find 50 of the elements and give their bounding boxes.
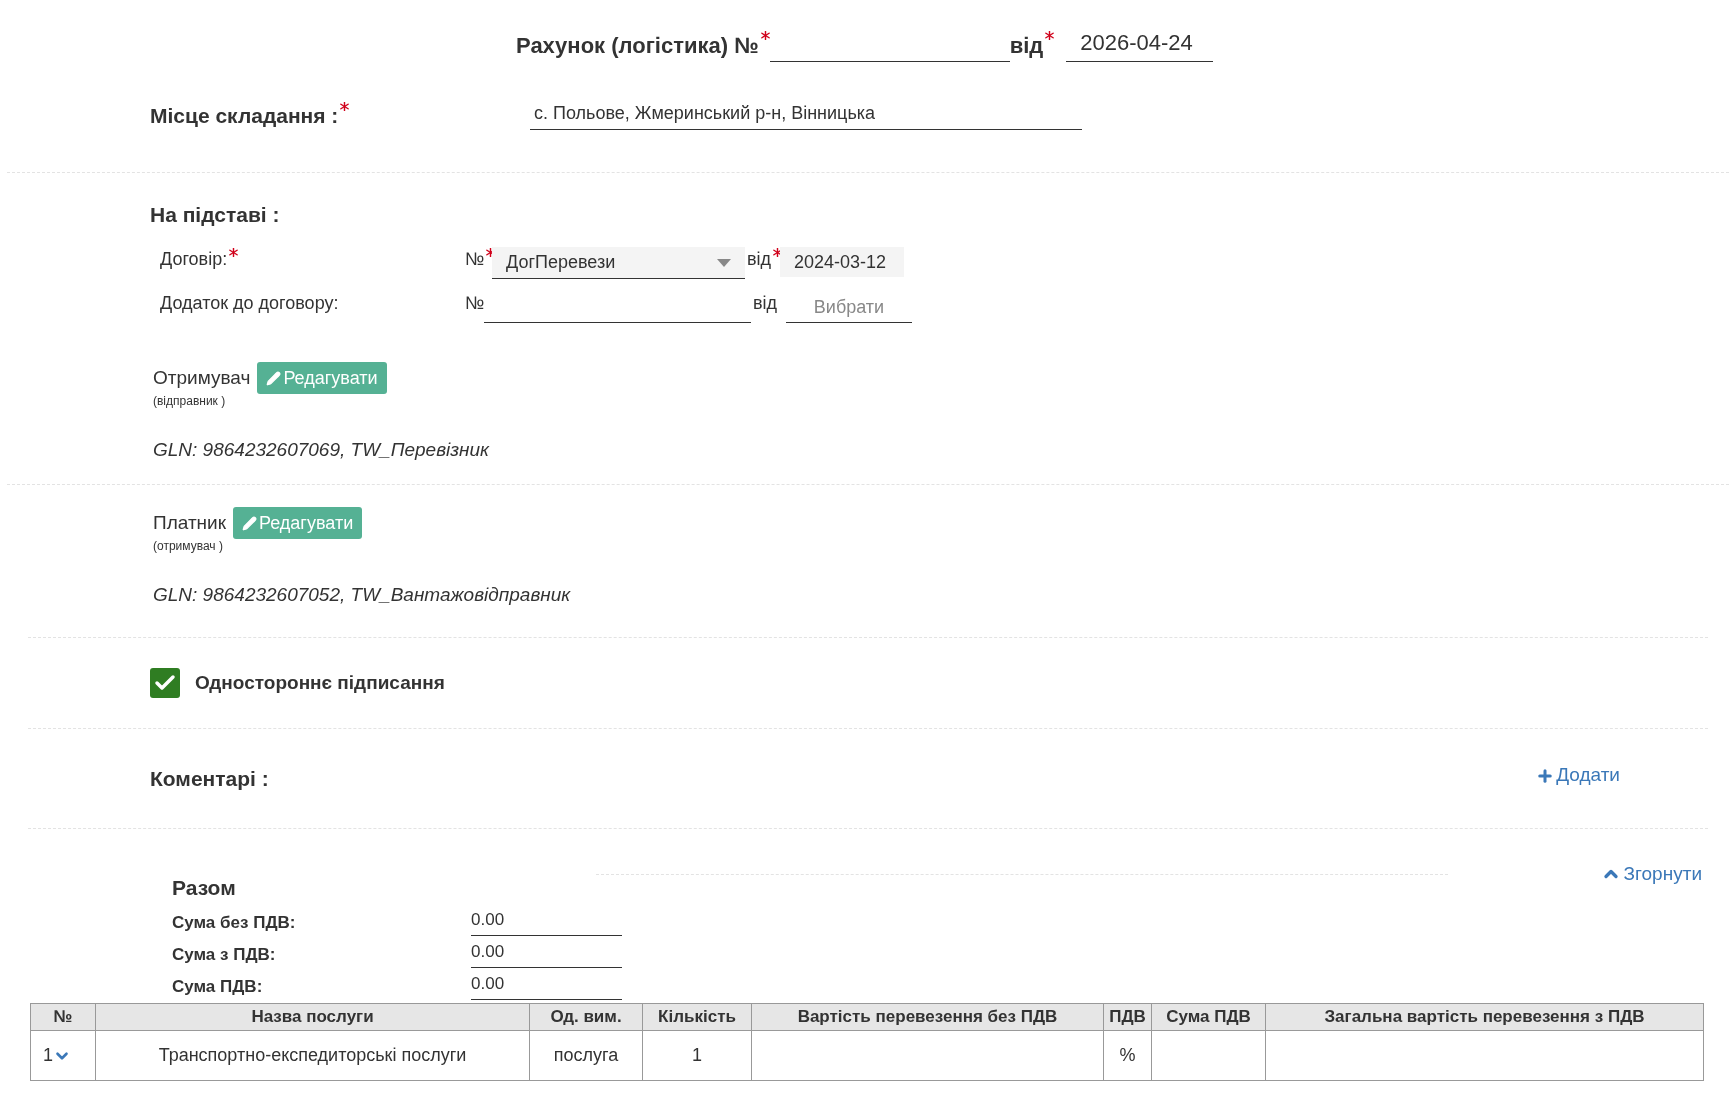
party-role: (відправник ) (153, 393, 226, 410)
date-label: від (753, 292, 778, 315)
party-label: Отримувач (153, 366, 251, 390)
table-cell: % (1103, 1030, 1152, 1081)
plus-icon (1536, 766, 1555, 785)
dropdown-caret-icon (717, 258, 731, 267)
date-field[interactable]: 2026-04-24 (1066, 26, 1214, 62)
field-label: Додаток до договору: (160, 292, 339, 315)
section-heading: Коментарі : (150, 765, 269, 792)
contract-select[interactable]: ДогПеревези (492, 247, 745, 279)
date-field[interactable]: 2024-03-12 (780, 247, 904, 277)
place-field[interactable]: с. Польове, Жмеринський р-н, Вінницька (530, 100, 1082, 130)
sum-label: Сума ПДВ: (172, 976, 264, 998)
table-cell: Транспортно-експедиторські послуги (95, 1030, 530, 1081)
pencil-icon (266, 370, 282, 386)
place-label: Місце складання : (150, 103, 339, 129)
checkbox[interactable] (150, 668, 180, 698)
column-header: № (30, 1003, 96, 1031)
party-info: GLN: 9864232607069, TW_Перевізник (153, 438, 490, 462)
document-title: Рахунок (логістика) № (516, 32, 759, 60)
column-header: ПДВ (1103, 1003, 1152, 1031)
sum-field[interactable]: 0.00 (471, 971, 622, 1000)
add-link[interactable]: Додати (1536, 761, 1620, 790)
number-label: № (465, 248, 485, 271)
section-heading: Разом (172, 875, 236, 901)
field-label: Договір: (160, 248, 228, 271)
date-label: від (747, 248, 772, 271)
column-header: Кількість (642, 1003, 752, 1031)
date-label: від (1009, 32, 1044, 60)
collapse-link[interactable]: Згорнути (1600, 860, 1702, 889)
row-number: 1 (43, 1044, 53, 1067)
sum-field[interactable]: 0.00 (471, 907, 622, 936)
column-header: Вартість перевезення без ПДВ (751, 1003, 1104, 1031)
section-heading: На підставі : (150, 202, 280, 228)
column-header: Загальна вартість перевезення з ПДВ (1265, 1003, 1704, 1031)
table-cell: послуга (529, 1030, 643, 1081)
party-info: GLN: 9864232607052, TW_Вантажовідправник (153, 583, 571, 607)
pencil-icon (242, 515, 257, 531)
sum-label: Сума з ПДВ: (172, 944, 277, 966)
checkbox-label: Одностороннє підписання (195, 670, 445, 695)
date-field[interactable]: Вибрати (786, 293, 912, 323)
party-role: (отримувач ) (153, 538, 223, 555)
sum-field[interactable]: 0.00 (471, 939, 622, 968)
table-cell: 1 (642, 1030, 752, 1081)
party-label: Платник (153, 511, 226, 535)
column-header: Назва послуги (95, 1003, 530, 1031)
sum-label: Сума без ПДВ: (172, 912, 297, 934)
column-header: Сума ПДВ (1151, 1003, 1266, 1031)
column-header: Од. вим. (529, 1003, 643, 1031)
number-label: № (465, 292, 485, 315)
